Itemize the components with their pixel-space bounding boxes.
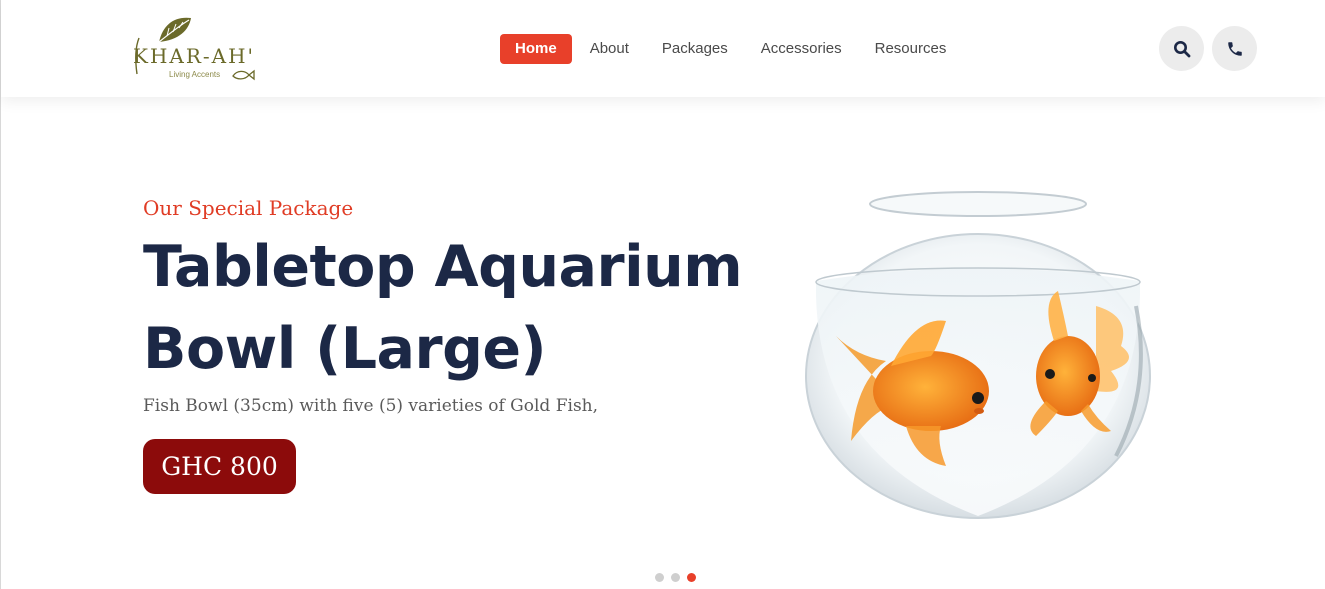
nav-accessories[interactable]: Accessories [747,34,856,64]
nav-home[interactable]: Home [500,34,572,64]
nav-resources[interactable]: Resources [861,34,961,64]
logo-tagline: Living Accents [169,70,221,79]
search-icon [1173,40,1190,57]
fish-bowl-image [805,191,1151,519]
phone-icon [1227,41,1242,56]
hero-title-line2: Bowl (Large) [143,316,547,382]
fish-swirl-icon [232,69,255,81]
price-button[interactable]: GHC 800 [143,439,296,494]
hero-description: Fish Bowl (35cm) with five (5) varieties… [143,396,599,416]
hero-title: Tabletop Aquarium Bowl (Large) [143,226,743,390]
nav-about[interactable]: About [576,34,643,64]
hero-subtitle: Our Special Package [143,196,354,220]
site-logo[interactable]: KHAR-AH' Living Accents [133,14,273,86]
carousel-dot-2[interactable] [671,573,680,582]
carousel-indicators [655,573,703,582]
site-header: KHAR-AH' Living Accents Home About Packa… [1,0,1325,97]
main-nav: Home About Packages Accessories Resource… [500,34,965,64]
carousel-dot-3[interactable] [687,573,696,582]
search-button[interactable] [1159,26,1204,71]
nav-packages[interactable]: Packages [648,34,742,64]
logo-brand-text: KHAR-AH' [133,44,256,68]
leaf-icon [158,17,191,43]
carousel-dot-1[interactable] [655,573,664,582]
phone-button[interactable] [1212,26,1257,71]
hero-title-line1: Tabletop Aquarium [143,234,743,300]
